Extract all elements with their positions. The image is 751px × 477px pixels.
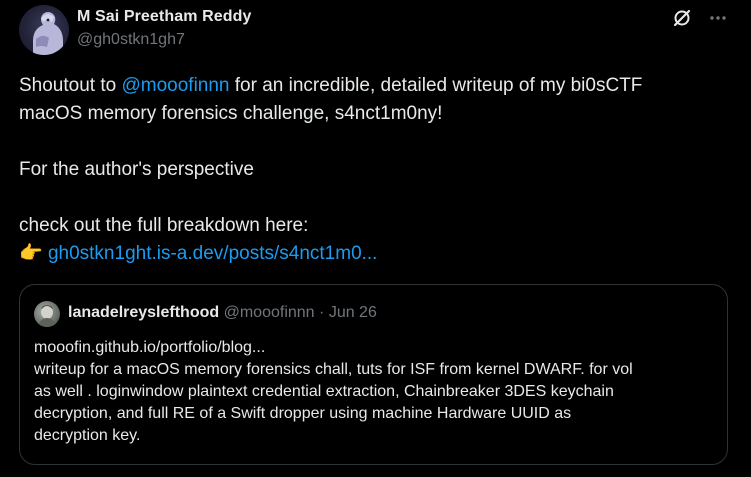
quote-line: decryption key. [34, 427, 141, 444]
author-handle[interactable]: @gh0stkn1gh7 [77, 31, 185, 49]
more-icon[interactable] [706, 6, 730, 30]
quote-line: writeup for a macOS memory forensics cha… [34, 361, 633, 378]
tweet-line-3: For the author's perspective [19, 159, 254, 180]
mention-link[interactable]: @mooofinnn [121, 75, 229, 96]
grok-icon[interactable] [670, 6, 694, 30]
quote-avatar-figure [38, 305, 56, 327]
quote-line: decryption, and full RE of a Swift dropp… [34, 405, 572, 422]
quote-line: as well . loginwindow plaintext credenti… [34, 383, 614, 400]
tweet-line-5: 👉 gh0stkn1ght.is-a.dev/posts/s4nct1m0... [19, 240, 731, 268]
avatar-figure [33, 12, 63, 55]
line-break [19, 128, 731, 156]
quoted-tweet[interactable]: lanadelreyslefthood @mooofinnn · Jun 26 … [19, 284, 728, 465]
tweet: M Sai Preetham Reddy @gh0stkn1gh7 Shouto… [0, 0, 751, 477]
author-name[interactable]: M Sai Preetham Reddy [77, 8, 252, 26]
text-segment: for an incredible, detailed writeup of m… [229, 75, 643, 96]
quote-text: mooofin.github.io/portfolio/blog... writ… [34, 337, 714, 447]
external-link[interactable]: gh0stkn1ght.is-a.dev/posts/s4nct1m0... [48, 243, 378, 264]
quote-author-handle[interactable]: @mooofinnn [224, 304, 315, 321]
tweet-text: Shoutout to @mooofinnn for an incredible… [19, 72, 731, 268]
tweet-line-2: macOS memory forensics challenge, s4nct1… [19, 103, 443, 124]
quote-author-avatar[interactable] [34, 301, 60, 327]
pointing-hand-icon: 👉 [19, 243, 43, 264]
tweet-actions [670, 6, 730, 30]
line-break [19, 184, 731, 212]
text-segment: Shoutout to [19, 75, 122, 96]
author-avatar[interactable] [19, 5, 69, 55]
quote-line: mooofin.github.io/portfolio/blog... [34, 339, 266, 356]
quote-date[interactable]: Jun 26 [329, 304, 377, 321]
quote-author-name[interactable]: lanadelreyslefthood [68, 304, 219, 321]
tweet-line-4: check out the full breakdown here: [19, 215, 309, 236]
quote-separator: · [319, 304, 325, 321]
tweet-line-1: Shoutout to @mooofinnn for an incredible… [19, 72, 731, 100]
quote-header: lanadelreyslefthood @mooofinnn · Jun 26 [68, 304, 377, 322]
